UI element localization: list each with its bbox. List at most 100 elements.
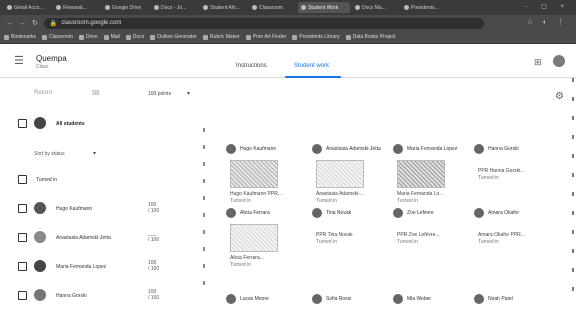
tab-student-work[interactable]: Student work [294,63,329,69]
bookmark-item[interactable]: Classroom [42,34,73,40]
student-checkbox[interactable] [18,233,27,242]
browser-tab-label: Docs Ma... [362,4,386,11]
bookmark-item[interactable]: Bookmarks [4,34,36,40]
attachment-thumbnail[interactable] [316,160,364,188]
avatar [34,289,46,301]
avatar [312,144,322,154]
class-subtitle: Class [36,64,49,70]
student-checkbox[interactable] [18,204,27,213]
bookmark-item[interactable]: Data Books Project [345,34,395,40]
scroll-tick [572,268,574,272]
bookmark-item[interactable]: Presidents Library [292,34,340,40]
favicon-icon [56,5,61,10]
student-grade[interactable]: 100 / 100 [148,289,159,301]
browser-tab[interactable]: Gmail Acco... [4,2,51,13]
reload-icon[interactable]: ↻ [32,19,38,27]
browser-extensions[interactable]: ☆ ◐ ⋮ [527,18,568,26]
student-grade[interactable]: 100 / 100 [148,202,159,214]
student-grade[interactable]: 100 / 100 [148,260,159,272]
student-row[interactable]: Maria Fernanda Lopez 100 / 100 [0,255,205,279]
attachment-name[interactable]: PPR Hanna Gorski... [478,168,524,174]
panel-scrollbar[interactable] [203,128,206,296]
settings-icon[interactable]: ⚙ [555,91,564,102]
attachment-thumbnail[interactable] [230,160,278,188]
sort-select[interactable]: Sort by status [34,151,65,157]
mail-icon[interactable]: ✉ [92,88,100,99]
all-students-row[interactable]: All students [0,112,205,136]
browser-tab-label: Classroom [259,4,283,11]
bookmark-icon [103,34,109,40]
bookmark-icon [78,34,84,40]
browser-tab-label: Gmail Acco... [14,4,44,11]
browser-tab[interactable]: Classroom [249,2,296,13]
avatar [474,294,484,304]
attachment-name[interactable]: Alicia Ferrara... [230,255,264,261]
submission-status: Turned in [230,262,251,268]
scroll-tick [572,173,574,177]
submission-status: Turned in [316,239,337,245]
section-turned-in[interactable]: Turned in [0,168,205,192]
attachment-thumbnail[interactable] [397,160,445,188]
bookmark-item[interactable]: Prior Art Finder [245,34,287,40]
chevron-down-icon[interactable]: ▾ [93,150,96,157]
student-name: Anastasia Adamski-Jetta [56,235,111,241]
avatar [393,144,403,154]
tab-instructions[interactable]: Instructions [236,63,267,69]
browser-tab[interactable]: Student Work [298,2,350,13]
chevron-down-icon[interactable]: ▾ [187,90,190,97]
bookmark-item[interactable]: Mail [103,34,120,40]
attachment-name[interactable]: Anastasia Adamski-... [316,191,364,197]
bookmark-icon [245,34,251,40]
bookmark-item[interactable]: Outline Generator [150,34,197,40]
class-title[interactable]: Quempa [36,54,67,63]
student-row[interactable]: Anastasia Adamski-Jetta ___ / 100 [0,226,205,250]
bookmark-icon [4,34,9,40]
submission-status: Turned in [478,239,499,245]
back-icon[interactable]: ← [6,20,13,27]
student-row[interactable]: Hanna Gorski 100 / 100 [0,284,205,308]
attachment-name[interactable]: Hugo Kaufmann PPR... [230,191,282,197]
student-grade[interactable]: ___ / 100 [148,231,159,243]
select-all-checkbox[interactable] [18,119,27,128]
bookmark-icon [345,34,351,40]
scroll-tick [572,211,574,215]
url-input[interactable]: 🔒 classroom.google.com [43,17,484,29]
account-avatar[interactable] [553,55,565,67]
student-name: Hugo Kaufmann [56,206,93,212]
browser-tab[interactable]: Rewanal... [53,2,100,13]
browser-tab[interactable]: Docs Ma... [352,2,399,13]
attachment-name[interactable]: PPR Zoe Lefèvre... [397,232,440,238]
bookmark-label: Classroom [49,34,73,40]
bookmark-item[interactable]: Rubric Maker [202,34,240,40]
student-checkbox[interactable] [18,262,27,271]
student-row[interactable]: Hugo Kaufmann 100 / 100 [0,197,205,221]
bookmark-item[interactable]: Drive [78,34,98,40]
forward-icon[interactable]: → [19,20,26,27]
avatar [34,231,46,243]
student-checkbox[interactable] [18,291,27,300]
attachment-name[interactable]: Amara Okafor PPR... [478,232,525,238]
browser-tab[interactable]: Docs - Jo... [151,2,198,13]
points-select[interactable]: 100 points [148,91,171,97]
attachment-name[interactable]: PPR Tina Novak [316,232,353,238]
group-icon [34,117,46,129]
window-controls[interactable]: - ▢ × [525,3,570,10]
page-scrollbar[interactable] [572,78,575,310]
favicon-icon [7,5,12,10]
bookmark-label: Prior Art Finder [252,34,287,40]
apps-grid-icon[interactable]: ⊞ [534,57,542,68]
bookmark-label: Docs [132,34,145,40]
favicon-icon [355,5,360,10]
menu-icon[interactable]: ☰ [14,54,24,67]
browser-tab[interactable]: Google Drive [102,2,149,13]
scroll-tick [203,213,205,217]
browser-tab[interactable]: Presidents... [401,2,448,13]
attachment-thumbnail[interactable] [230,224,278,252]
bookmark-item[interactable]: Docs [125,34,145,40]
attachment-name[interactable]: Maria Fernanda Lo... [397,191,443,197]
card-student-name: Zoe Lefèvre [407,210,434,216]
browser-tab[interactable]: Student Ahi... [200,2,247,13]
bookmark-label: Rubric Maker [209,34,240,40]
section-checkbox[interactable] [18,175,27,184]
return-button[interactable]: Return [34,90,52,96]
